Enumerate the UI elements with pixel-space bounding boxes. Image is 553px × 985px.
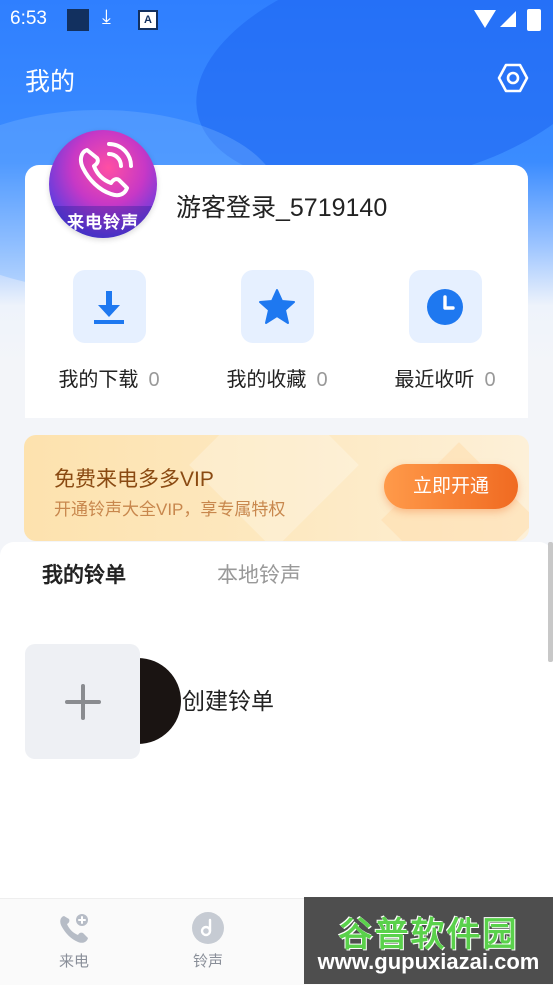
battery-icon (527, 9, 541, 31)
clock-icon (408, 270, 482, 343)
recent-listened-button[interactable]: 最近收听 0 (370, 270, 520, 392)
status-bar: 6:53 ⤓ A (0, 0, 553, 38)
quick-action-count: 0 (484, 369, 496, 391)
tab-local-ringtones[interactable]: 本地铃声 (217, 559, 301, 589)
create-playlist-button[interactable]: 创建铃单 (25, 644, 525, 759)
create-playlist-label: 创建铃单 (182, 688, 274, 714)
vip-subtitle: 开通铃声大全VIP，享专属特权 (54, 500, 286, 519)
vip-title: 免费来电多多VIP (54, 468, 214, 491)
signal-icon (500, 11, 516, 27)
scrollbar[interactable] (548, 542, 553, 662)
phone-ring-icon (78, 142, 133, 198)
download-icon (72, 270, 146, 343)
status-time: 6:53 (10, 8, 47, 29)
download-status-icon: ⤓ (102, 6, 111, 28)
phone-icon (56, 910, 92, 946)
quick-action-label: 我的下载 0 (58, 369, 160, 391)
vip-activate-button[interactable]: 立即开通 (384, 464, 518, 509)
my-downloads-button[interactable]: 我的下载 0 (34, 270, 184, 392)
tab-my-playlists[interactable]: 我的铃单 (42, 559, 126, 589)
nav-item-ringtones[interactable]: 铃声 (168, 910, 248, 971)
nav-label: 来电 (58, 953, 89, 970)
quick-action-label: 最近收听 0 (394, 369, 496, 391)
quick-action-label: 我的收藏 0 (226, 369, 328, 391)
wifi-icon (474, 10, 496, 28)
username[interactable]: 游客登录_5719140 (176, 188, 387, 224)
watermark: 谷普软件园 www.gupuxiazai.com (304, 897, 553, 984)
app-notification-icon: A (138, 10, 158, 30)
notification-icon (67, 9, 89, 31)
settings-icon[interactable] (497, 62, 529, 94)
watermark-url: www.gupuxiazai.com (317, 949, 540, 974)
star-icon (240, 270, 314, 343)
music-disc-icon (190, 910, 226, 946)
quick-action-count: 0 (316, 369, 328, 391)
my-favorites-button[interactable]: 我的收藏 0 (202, 270, 352, 392)
vip-banner[interactable]: 免费来电多多VIP 开通铃声大全VIP，享专属特权 立即开通 (24, 435, 529, 541)
plus-icon (81, 684, 85, 720)
nav-label: 铃声 (192, 953, 223, 970)
avatar-label: 来电铃声 (49, 206, 157, 238)
add-playlist-box[interactable] (25, 644, 140, 759)
banner-decoration (189, 435, 359, 541)
page-title: 我的 (25, 68, 76, 96)
quick-action-count: 0 (148, 369, 160, 391)
nav-item-calls[interactable]: 来电 (34, 910, 114, 971)
avatar[interactable]: 来电铃声 (49, 130, 157, 238)
